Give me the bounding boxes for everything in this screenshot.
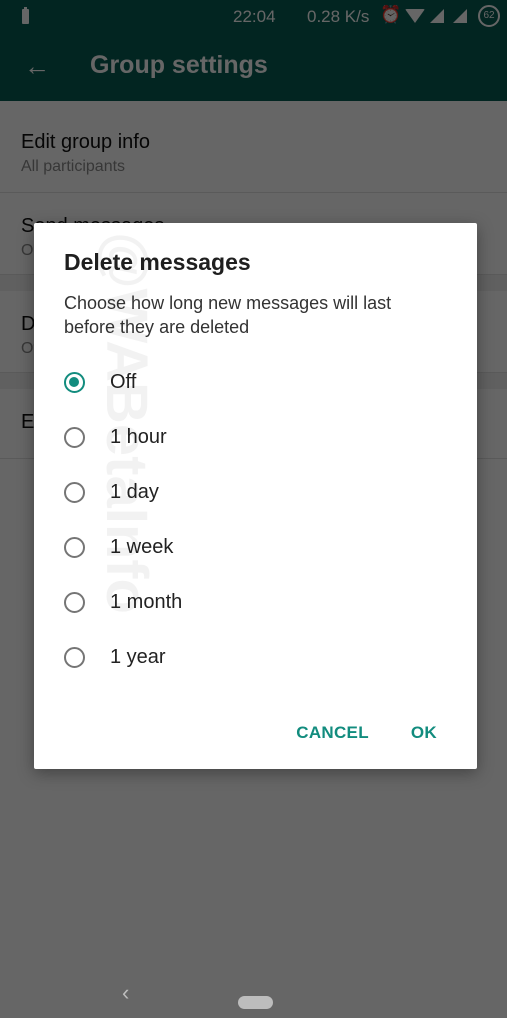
delete-messages-dialog: Delete messages Choose how long new mess… <box>34 223 477 769</box>
option-label: 1 week <box>110 536 174 558</box>
nav-home-pill-icon[interactable] <box>238 996 273 1009</box>
option-1-month[interactable]: 1 month <box>64 575 444 630</box>
option-label: 1 hour <box>110 426 167 448</box>
radio-unchecked-icon[interactable] <box>64 537 85 558</box>
option-1-year[interactable]: 1 year <box>64 630 444 685</box>
option-1-week[interactable]: 1 week <box>64 520 444 575</box>
radio-unchecked-icon[interactable] <box>64 427 85 448</box>
option-label: 1 day <box>110 481 159 503</box>
option-label: Off <box>110 371 137 393</box>
ok-button[interactable]: OK <box>411 723 437 743</box>
dialog-actions: CANCEL OK <box>296 723 437 743</box>
option-1-hour[interactable]: 1 hour <box>64 410 444 465</box>
navigation-bar: ‹ <box>0 960 507 1018</box>
dialog-description: Choose how long new messages will last b… <box>64 293 392 337</box>
option-off[interactable]: Off <box>64 355 444 410</box>
option-label: 1 year <box>110 646 166 668</box>
duration-radio-group: Off 1 hour 1 day 1 week 1 month 1 year <box>64 355 444 685</box>
cancel-button[interactable]: CANCEL <box>296 723 369 743</box>
radio-unchecked-icon[interactable] <box>64 482 85 503</box>
option-1-day[interactable]: 1 day <box>64 465 444 520</box>
option-label: 1 month <box>110 591 183 613</box>
radio-unchecked-icon[interactable] <box>64 647 85 668</box>
dialog-title: Delete messages <box>64 249 251 275</box>
radio-unchecked-icon[interactable] <box>64 592 85 613</box>
nav-back-icon[interactable]: ‹ <box>122 980 129 1006</box>
radio-checked-icon[interactable] <box>64 372 85 393</box>
